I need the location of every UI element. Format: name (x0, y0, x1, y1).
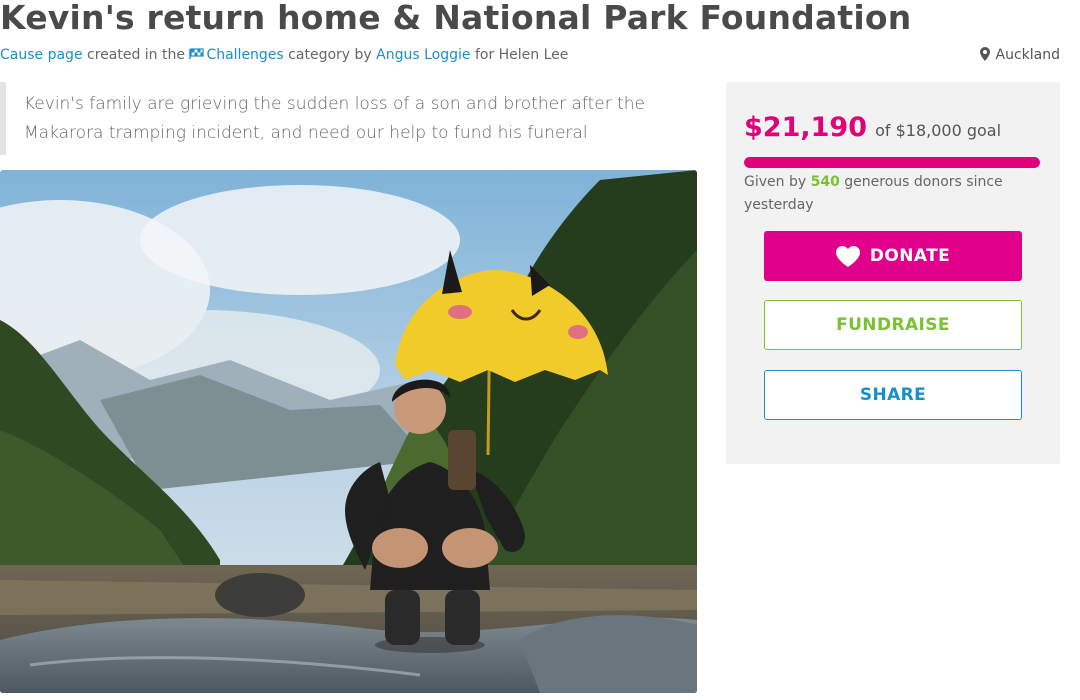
cause-meta: Cause page created in the Challenges cat… (0, 47, 568, 64)
location: Auckland (979, 47, 1060, 63)
category-label: Challenges (206, 47, 284, 63)
donor-count: 540 (810, 174, 840, 190)
meta-text-3: for Helen Lee (470, 47, 569, 63)
fundraise-label: FUNDRAISE (836, 315, 950, 335)
cause-summary: Kevin's family are grieving the sudden l… (0, 82, 690, 155)
page-title: Kevin's return home & National Park Foun… (0, 0, 912, 37)
donate-label: DONATE (869, 246, 951, 266)
cause-page-link[interactable]: Cause page (0, 47, 83, 63)
progress-bar (744, 157, 1040, 168)
flag-icon (189, 48, 205, 64)
author-link[interactable]: Angus Loggie (376, 47, 470, 63)
heart-icon (835, 245, 860, 267)
amount-raised: $21,190 (744, 112, 867, 143)
location-label: Auckland (995, 47, 1060, 63)
map-pin-icon (979, 47, 990, 61)
goal-text: of $18,000 goal (875, 121, 1002, 140)
share-button[interactable]: SHARE (764, 370, 1022, 420)
meta-text-2: category by (283, 47, 377, 63)
share-label: SHARE (859, 385, 927, 405)
category-link[interactable]: Challenges (189, 47, 284, 64)
progress-fill (744, 157, 1040, 168)
given-prefix: Given by (744, 174, 811, 190)
donor-summary: Given by 540 generous donors since yeste… (744, 171, 1044, 217)
meta-text-1: created in the (82, 47, 190, 63)
fundraise-button[interactable]: FUNDRAISE (764, 300, 1022, 350)
donation-panel: $21,190 of $18,000 goal Given by 540 gen… (726, 82, 1060, 464)
hero-photo (0, 170, 697, 693)
raised-summary: $21,190 of $18,000 goal (744, 112, 1001, 143)
donate-button[interactable]: DONATE (764, 231, 1022, 281)
